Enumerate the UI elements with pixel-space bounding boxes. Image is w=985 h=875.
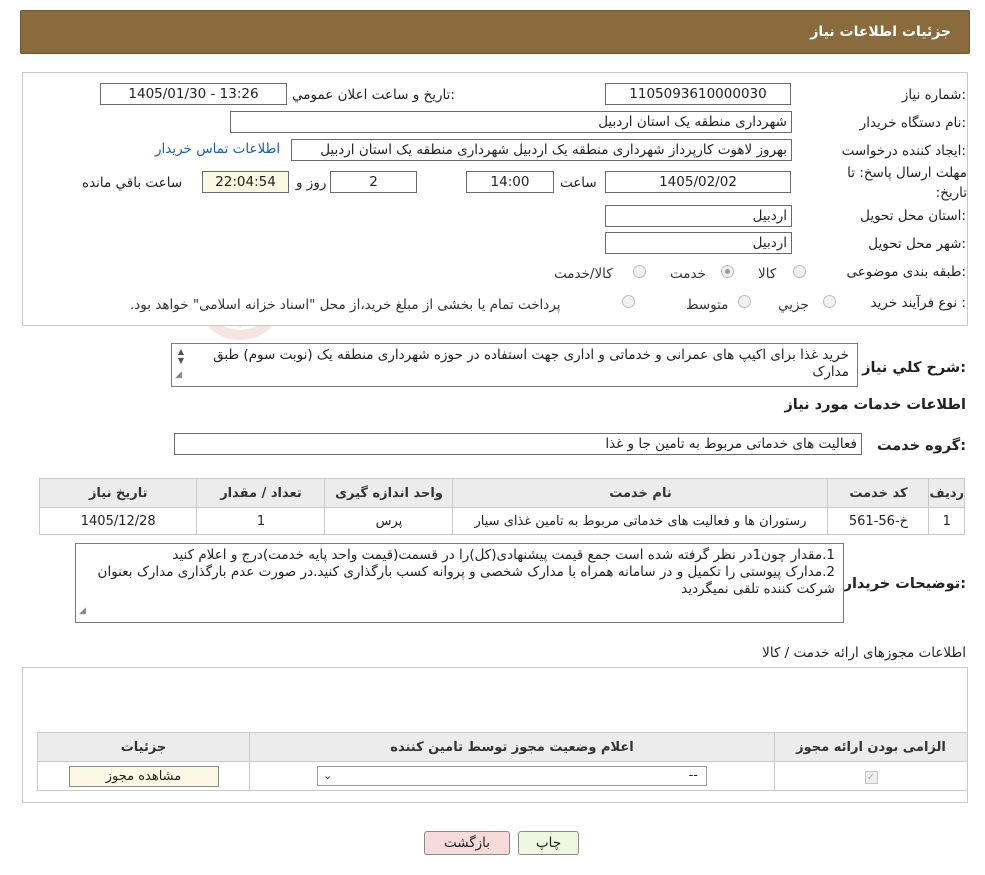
- col-need-date: تاریخ نیاز: [38, 478, 198, 508]
- permit-details-cell: مشاهده مجوز: [37, 761, 250, 791]
- deadline-days-field: 2: [330, 171, 417, 193]
- table-row: ✓ -- ⌄ مشاهده مجوز: [37, 761, 968, 791]
- print-button[interactable]: چاپ: [518, 831, 579, 855]
- permit-status-cell: -- ⌄: [249, 761, 775, 791]
- col-permit-required: الزامی بودن ارائه مجوز: [774, 732, 968, 762]
- col-permit-status: اعلام وضعیت مجوز توسط تامین کننده: [249, 732, 775, 762]
- permit-status-value: --: [688, 768, 698, 783]
- purchase-medium-label: متوسط: [686, 297, 729, 313]
- buyer-org-field: شهرداری منطقه یک استان اردبیل: [230, 111, 792, 133]
- buyer-contact-link[interactable]: اطلاعات تماس خریدار: [155, 141, 280, 157]
- buyer-note-line-1: 1.مقدار چون1در نظر گرفته شده است جمع قیم…: [172, 547, 835, 563]
- deadline-days-label: روز و: [296, 175, 327, 191]
- deadline-label: مهلت ارسال پاسخ: تا تاریخ:: [847, 165, 967, 201]
- page-header: جزئیات اطلاعات نیاز: [20, 10, 970, 54]
- table-row: 1 خ-56-561 رستوران ها و فعالیت های خدمات…: [38, 507, 965, 535]
- delivery-province-label: استان محل تحویل:: [860, 208, 966, 224]
- requester-label: ایجاد کننده درخواست:: [841, 143, 966, 159]
- remaining-time-label: ساعت باقي مانده: [82, 175, 183, 191]
- page-title: جزئیات اطلاعات نیاز: [810, 24, 951, 40]
- service-code-cell: خ-56-561: [827, 507, 930, 535]
- resize-grip-icon[interactable]: ◢: [175, 367, 182, 384]
- delivery-city-field: اردبیل: [605, 232, 792, 254]
- buyer-notes-label: توضیحات خریدار:: [843, 576, 966, 592]
- category-goods-service-radio[interactable]: [633, 265, 646, 278]
- category-label: طبقه بندی موضوعی:: [846, 264, 966, 280]
- permits-table: الزامی بودن ارائه مجوز اعلام وضعیت مجوز …: [37, 732, 968, 791]
- col-permit-details: جزئیات: [37, 732, 250, 762]
- services-table: ردیف کد خدمت نام خدمت واحد اندازه گیری ت…: [38, 478, 965, 535]
- row-number-cell: 1: [928, 507, 965, 535]
- treasury-docs-note: پرداخت تمام یا بخشی از مبلغ خرید،از محل …: [130, 297, 561, 313]
- treasury-docs-radio[interactable]: [622, 295, 635, 308]
- category-goods-service-label: کالا/خدمت: [554, 266, 613, 282]
- chevron-down-icon: ⌄: [323, 769, 333, 782]
- need-number-field: 1105093610000030: [605, 83, 791, 105]
- buyer-notes-textarea[interactable]: 1.مقدار چون1در نظر گرفته شده است جمع قیم…: [75, 543, 844, 623]
- scroll-arrows-icon[interactable]: ▲ ▼: [175, 347, 187, 365]
- delivery-province-field: اردبیل: [605, 205, 792, 227]
- required-checkbox[interactable]: ✓: [864, 770, 878, 784]
- buyer-org-label: نام دستگاه خریدار:: [859, 115, 966, 131]
- resize-grip-icon[interactable]: ◢: [79, 603, 86, 620]
- summary-text: خرید غذا برای اکیپ های عمرانی و خدماتی و…: [213, 347, 849, 380]
- need-date-cell: 1405/12/28: [38, 507, 198, 535]
- service-name-cell: رستوران ها و فعالیت های خدماتی مربوط به …: [452, 507, 829, 535]
- category-goods-radio[interactable]: [793, 265, 806, 278]
- permits-table-header: الزامی بودن ارائه مجوز اعلام وضعیت مجوز …: [37, 732, 968, 762]
- delivery-city-label: شهر محل تحویل:: [868, 236, 966, 252]
- purchase-type-label: نوع فرآیند خرید :: [870, 295, 966, 311]
- col-unit: واحد اندازه گیری: [324, 478, 454, 508]
- purchase-minor-label: جزیي: [778, 297, 809, 313]
- announce-datetime-field: 1405/01/30 - 13:26: [100, 83, 287, 105]
- quantity-cell: 1: [196, 507, 326, 535]
- col-row-number: ردیف: [928, 478, 965, 508]
- services-section-title: اطلاعات خدمات مورد نیاز: [784, 397, 966, 413]
- category-service-radio[interactable]: [721, 265, 734, 278]
- col-service-name: نام خدمت: [452, 478, 829, 508]
- permit-required-cell: ✓: [774, 761, 968, 791]
- deadline-date-field: 1405/02/02: [605, 171, 791, 193]
- services-table-header: ردیف کد خدمت نام خدمت واحد اندازه گیری ت…: [38, 478, 965, 508]
- need-number-label: شماره نیاز:: [901, 87, 966, 103]
- category-service-label: خدمت: [670, 266, 706, 282]
- service-group-field: فعالیت های خدماتی مربوط به تامین جا و غذ…: [174, 433, 862, 455]
- purchase-minor-radio[interactable]: [823, 295, 836, 308]
- remaining-time-field: 22:04:54: [202, 171, 289, 193]
- view-permit-button[interactable]: مشاهده مجوز: [68, 765, 219, 787]
- permit-status-select[interactable]: -- ⌄: [317, 766, 707, 786]
- requester-field: بهروز لاهوت کارپرداز شهرداری منطقه یک ار…: [291, 139, 792, 161]
- buyer-note-line-2: 2.مدارک پیوستی را تکمیل و در سامانه همرا…: [97, 564, 835, 597]
- unit-cell: پرس: [324, 507, 454, 535]
- deadline-time-field: 14:00: [466, 171, 554, 193]
- summary-label: شرح کلي نیاز:: [862, 360, 966, 376]
- purchase-medium-radio[interactable]: [738, 295, 751, 308]
- deadline-time-label: ساعت: [560, 175, 597, 191]
- category-goods-label: کالا: [758, 266, 777, 282]
- col-service-code: کد خدمت: [827, 478, 930, 508]
- col-quantity: تعداد / مقدار: [196, 478, 326, 508]
- back-button[interactable]: بازگشت: [424, 831, 510, 855]
- service-group-label: گروه خدمت:: [876, 438, 966, 454]
- announce-datetime-label: تاریخ و ساعت اعلان عمومي:: [292, 87, 455, 103]
- permits-section-title: اطلاعات مجوزهای ارائه خدمت / کالا: [762, 645, 966, 661]
- summary-textarea[interactable]: خرید غذا برای اکیپ های عمرانی و خدماتی و…: [171, 343, 858, 387]
